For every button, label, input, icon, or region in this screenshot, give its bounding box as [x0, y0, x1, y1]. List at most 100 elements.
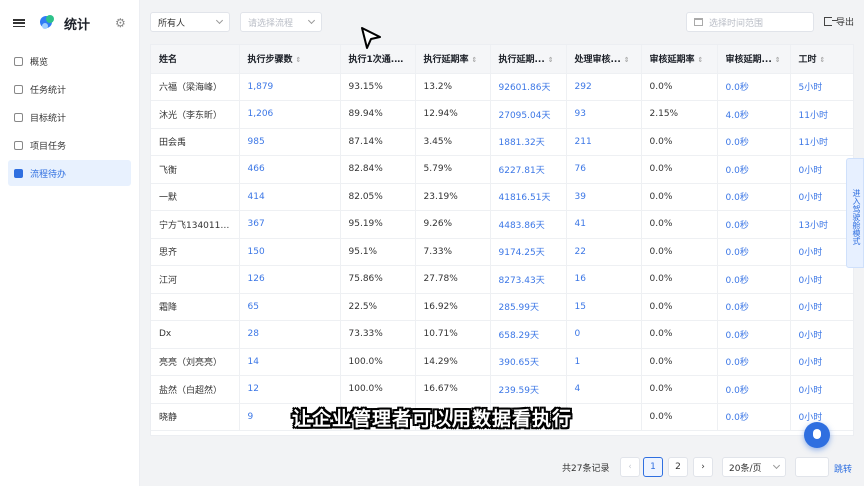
table-cell[interactable]: 658.29天	[490, 320, 567, 349]
prev-page-button[interactable]: ‹	[620, 457, 640, 477]
table-cell[interactable]: 985	[239, 128, 341, 156]
sort-icon[interactable]: ⇕	[624, 56, 630, 64]
page-button-1[interactable]: 1	[643, 457, 663, 477]
sidebar-item-goal-stats[interactable]: 目标统计	[8, 104, 131, 130]
column-header[interactable]: 执行步骤数 ⇕	[239, 45, 341, 74]
page-jump-button[interactable]: 跳转	[834, 462, 852, 475]
table-cell[interactable]: 11小时	[790, 100, 853, 129]
column-header[interactable]: 审核延期率 ⇕	[641, 45, 718, 74]
table-cell[interactable]: 15	[566, 293, 642, 321]
sidebar-item-overview[interactable]: 概览	[8, 48, 131, 74]
table-cell[interactable]: 16	[566, 265, 642, 294]
table-cell[interactable]: 0.0秒	[717, 155, 791, 184]
column-header-label: 审核延期率	[649, 55, 695, 66]
table-cell[interactable]: 0小时	[790, 183, 853, 211]
table-cell[interactable]: 1,879	[239, 73, 341, 101]
table-cell[interactable]: 0	[566, 320, 642, 349]
table-cell[interactable]: 0.0秒	[717, 73, 791, 101]
sort-icon[interactable]: ⇕	[698, 56, 704, 64]
sort-icon[interactable]: ⇕	[404, 56, 410, 64]
table-cell[interactable]: 8273.43天	[490, 265, 567, 294]
table-cell[interactable]: 0小时	[790, 293, 853, 321]
table-cell[interactable]: 12	[239, 375, 341, 404]
column-header[interactable]: 姓名	[151, 45, 240, 74]
table-cell[interactable]: 0小时	[790, 320, 853, 349]
table-cell[interactable]: 14	[239, 348, 341, 376]
sort-icon[interactable]: ⇕	[296, 56, 302, 64]
table-cell[interactable]: 27095.04天	[490, 100, 567, 129]
table-cell[interactable]: 5小时	[790, 73, 853, 101]
sidebar-item-task-stats[interactable]: 任务统计	[8, 76, 131, 102]
table-cell[interactable]: 0.0秒	[717, 238, 791, 266]
table-cell[interactable]: 41816.51天	[490, 183, 567, 211]
table-cell[interactable]: 6227.81天	[490, 155, 567, 184]
table-cell[interactable]: 4483.86天	[490, 210, 567, 239]
page-size-select[interactable]: 20条/页	[722, 457, 786, 477]
table-cell: 14.29%	[415, 348, 491, 376]
video-subtitle: 让企业管理者可以用数据看执行	[291, 408, 572, 430]
column-header[interactable]: 审核延期... ⇕	[717, 45, 791, 74]
table-cell[interactable]: 0.0秒	[717, 183, 791, 211]
sort-icon[interactable]: ⇕	[820, 56, 826, 64]
column-header[interactable]: 工时 ⇕	[790, 45, 853, 74]
table-cell[interactable]: 0.0秒	[717, 375, 791, 404]
table-cell[interactable]: 1881.32天	[490, 128, 567, 156]
settings-icon[interactable]: ⚙	[115, 17, 127, 29]
table-cell: 0.0%	[641, 238, 718, 266]
table-cell[interactable]: 285.99天	[490, 293, 567, 321]
table-cell[interactable]: 0.0秒	[717, 348, 791, 376]
hamburger-menu-icon[interactable]	[12, 16, 26, 30]
next-page-button[interactable]: ›	[693, 457, 713, 477]
owner-select[interactable]: 所有人	[150, 12, 230, 32]
table-cell[interactable]: 150	[239, 238, 341, 266]
floating-help-button[interactable]	[804, 422, 830, 448]
table-cell[interactable]: 0.0秒	[717, 293, 791, 321]
table-cell[interactable]: 292	[566, 73, 642, 101]
table-cell[interactable]: 0小时	[790, 238, 853, 266]
table-cell[interactable]: 92601.86天	[490, 73, 567, 101]
table-cell[interactable]: 466	[239, 155, 341, 184]
sidebar-item-workflow-todo[interactable]: 流程待办	[8, 160, 131, 186]
sort-icon[interactable]: ⇕	[775, 56, 781, 64]
table-cell[interactable]: 0.0秒	[717, 128, 791, 156]
table-cell[interactable]: 0.0秒	[717, 265, 791, 294]
table-cell[interactable]: 4	[566, 375, 642, 404]
table-cell[interactable]: 390.65天	[490, 348, 567, 376]
table-cell[interactable]: 76	[566, 155, 642, 184]
page-jump-input[interactable]	[795, 457, 829, 477]
table-cell[interactable]: 1,206	[239, 100, 341, 129]
table-cell[interactable]: 65	[239, 293, 341, 321]
table-cell[interactable]: 93	[566, 100, 642, 129]
table-cell[interactable]: 239.59天	[490, 375, 567, 404]
sort-icon[interactable]: ⇕	[548, 56, 554, 64]
table-cell[interactable]: 41	[566, 210, 642, 239]
table-cell[interactable]: 0小时	[790, 348, 853, 376]
export-button[interactable]: 导出	[824, 15, 854, 28]
sidebar-item-project-tasks[interactable]: 项目任务	[8, 132, 131, 158]
page-button-2[interactable]: 2	[668, 457, 688, 477]
column-header[interactable]: 处理审核... ⇕	[566, 45, 642, 74]
table-cell[interactable]: 4.0秒	[717, 100, 791, 129]
column-header[interactable]: 执行延期率 ⇕	[415, 45, 491, 74]
table-cell[interactable]: 1	[566, 348, 642, 376]
table-cell[interactable]: 0小时	[790, 265, 853, 294]
sort-icon[interactable]: ⇕	[472, 56, 478, 64]
table-cell[interactable]: 211	[566, 128, 642, 156]
table-cell[interactable]: 0小时	[790, 375, 853, 404]
table-cell[interactable]: 0小时	[790, 155, 853, 184]
table-cell[interactable]: 22	[566, 238, 642, 266]
column-header[interactable]: 执行延期... ⇕	[490, 45, 567, 74]
table-cell[interactable]: 13小时	[790, 210, 853, 239]
table-cell[interactable]: 9174.25天	[490, 238, 567, 266]
cockpit-mode-tab[interactable]: 进入驾驶舱模式	[846, 158, 864, 268]
table-cell[interactable]: 28	[239, 320, 341, 349]
table-cell[interactable]: 126	[239, 265, 341, 294]
table-cell[interactable]: 0.0秒	[717, 320, 791, 349]
flow-select[interactable]: 请选择流程	[240, 12, 322, 32]
table-cell[interactable]: 39	[566, 183, 642, 211]
table-cell[interactable]: 414	[239, 183, 341, 211]
date-range-picker[interactable]: 选择时间范围	[686, 12, 814, 32]
table-cell[interactable]: 0.0秒	[717, 210, 791, 239]
table-cell[interactable]: 367	[239, 210, 341, 239]
table-cell[interactable]: 11小时	[790, 128, 853, 156]
